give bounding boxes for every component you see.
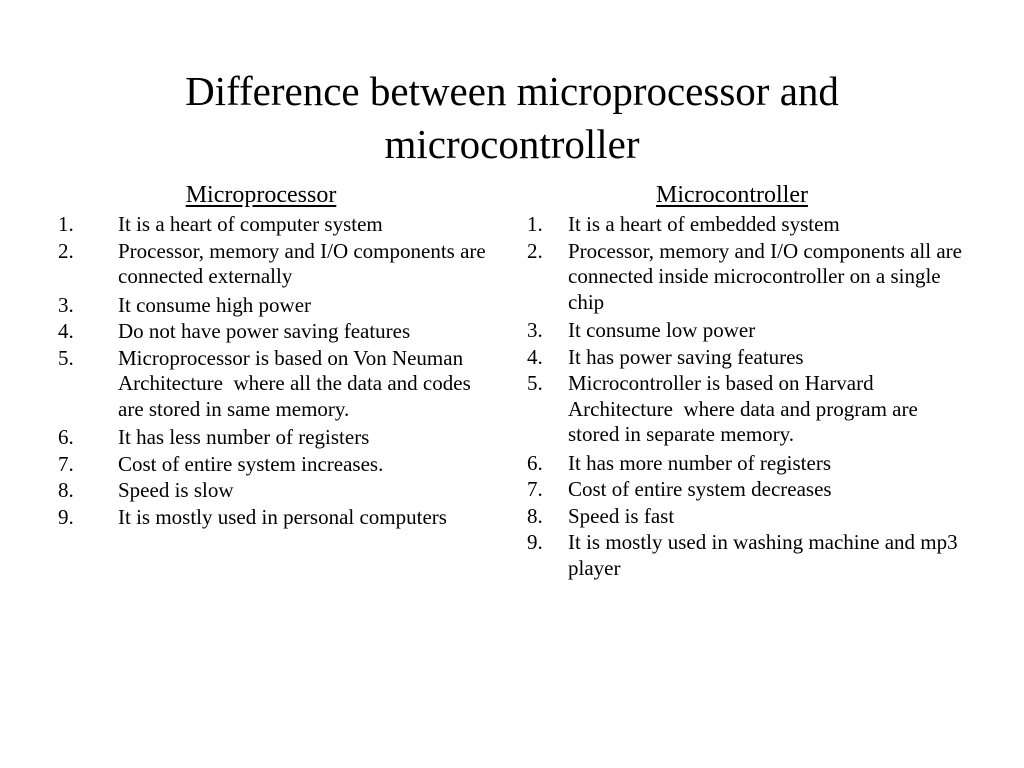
- list-item-text: Cost of entire system decreases: [568, 477, 832, 501]
- list-item-number: 8.: [58, 478, 74, 502]
- list-item-text: It has power saving features: [568, 344, 804, 369]
- list-item: 9. It is mostly used in personal compute…: [46, 505, 486, 531]
- list-item: 8. Speed is fast: [516, 504, 968, 530]
- list-item-number: 5.: [58, 345, 74, 370]
- list-item-text: It consume low power: [568, 318, 756, 342]
- list-item: 3. It consume low power: [516, 318, 968, 344]
- list-item-text: Speed is fast: [568, 503, 675, 528]
- list-item: 2. Processor, memory and I/O components …: [516, 239, 968, 316]
- title-line-1: Difference between microprocessor and: [185, 68, 839, 115]
- list-item: 6. It has less number of registers: [46, 425, 486, 451]
- list-item: 1. It is a heart of embedded system: [516, 212, 968, 238]
- list-item: 3. It consume high power: [46, 293, 486, 319]
- column-header-label: Microprocessor: [185, 182, 337, 208]
- list-item-text: It has less number of registers: [118, 425, 370, 449]
- list-item-number: 5.: [527, 371, 543, 395]
- list-item: 7. Cost of entire system decreases: [516, 477, 968, 503]
- list-item-number: 3.: [527, 318, 543, 342]
- column-header-label: Microcontroller: [656, 182, 808, 208]
- list-item-number: 4.: [527, 344, 543, 369]
- list-item-number: 1.: [527, 212, 543, 236]
- list-item-number: 8.: [527, 503, 543, 528]
- list-item-text: It is mostly used in washing machine and…: [568, 530, 963, 580]
- list-item-text: Microcontroller is based on Harvard Arch…: [568, 371, 924, 446]
- list-item-text: Microprocessor is based on Von Neuman Ar…: [118, 345, 476, 421]
- list-item: 9. It is mostly used in washing machine …: [516, 530, 968, 581]
- list-item-number: 6.: [527, 450, 543, 475]
- list-item-text: It is a heart of embedded system: [568, 212, 840, 236]
- list-microcontroller: 1. It is a heart of embedded system 2. P…: [516, 212, 968, 581]
- list-item: 5. Microprocessor is based on Von Neuman…: [46, 346, 486, 423]
- page-title: Difference between microprocessor and mi…: [62, 65, 962, 171]
- list-item-number: 2.: [527, 238, 543, 263]
- list-item-number: 4.: [58, 319, 74, 343]
- list-item-text: It is mostly used in personal computers: [118, 504, 447, 529]
- list-microprocessor: 1. It is a heart of computer system 2. P…: [46, 212, 486, 530]
- list-item: 6. It has more number of registers: [516, 451, 968, 477]
- list-item-text: Processor, memory and I/O components are…: [118, 238, 491, 289]
- column-microcontroller: Microcontroller 1. It is a heart of embe…: [516, 180, 968, 582]
- list-item: 5. Microcontroller is based on Harvard A…: [516, 371, 968, 448]
- list-item-text: It has more number of registers: [568, 450, 832, 475]
- list-item-number: 7.: [527, 477, 543, 501]
- list-item: 4. Do not have power saving features: [46, 319, 486, 345]
- list-item-number: 3.: [58, 292, 74, 317]
- list-item-text: Speed is slow: [118, 478, 234, 502]
- list-item-text: It consume high power: [118, 292, 312, 317]
- list-item: 4. It has power saving features: [516, 345, 968, 371]
- list-item: 7. Cost of entire system increases.: [46, 452, 486, 478]
- list-item-number: 1.: [58, 212, 74, 236]
- column-header-microprocessor: Microprocessor: [46, 180, 498, 210]
- list-item: 8. Speed is slow: [46, 478, 486, 504]
- list-item-number: 7.: [58, 451, 74, 476]
- list-item-text: It is a heart of computer system: [118, 212, 383, 236]
- column-header-microcontroller: Microcontroller: [516, 180, 968, 210]
- list-item: 1. It is a heart of computer system: [46, 212, 486, 238]
- list-item-text: Do not have power saving features: [118, 319, 411, 343]
- list-item-number: 9.: [58, 504, 74, 529]
- column-microprocessor: Microprocessor 1. It is a heart of compu…: [46, 180, 498, 531]
- list-item-text: Cost of entire system increases.: [118, 451, 384, 476]
- slide-canvas: Difference between microprocessor and mi…: [0, 0, 1024, 768]
- list-item-number: 2.: [58, 238, 74, 263]
- list-item-number: 9.: [527, 530, 543, 554]
- list-item-number: 6.: [58, 425, 74, 449]
- title-line-2: microcontroller: [384, 121, 640, 168]
- list-item: 2. Processor, memory and I/O components …: [46, 239, 486, 290]
- list-item-text: Processor, memory and I/O components all…: [568, 238, 968, 314]
